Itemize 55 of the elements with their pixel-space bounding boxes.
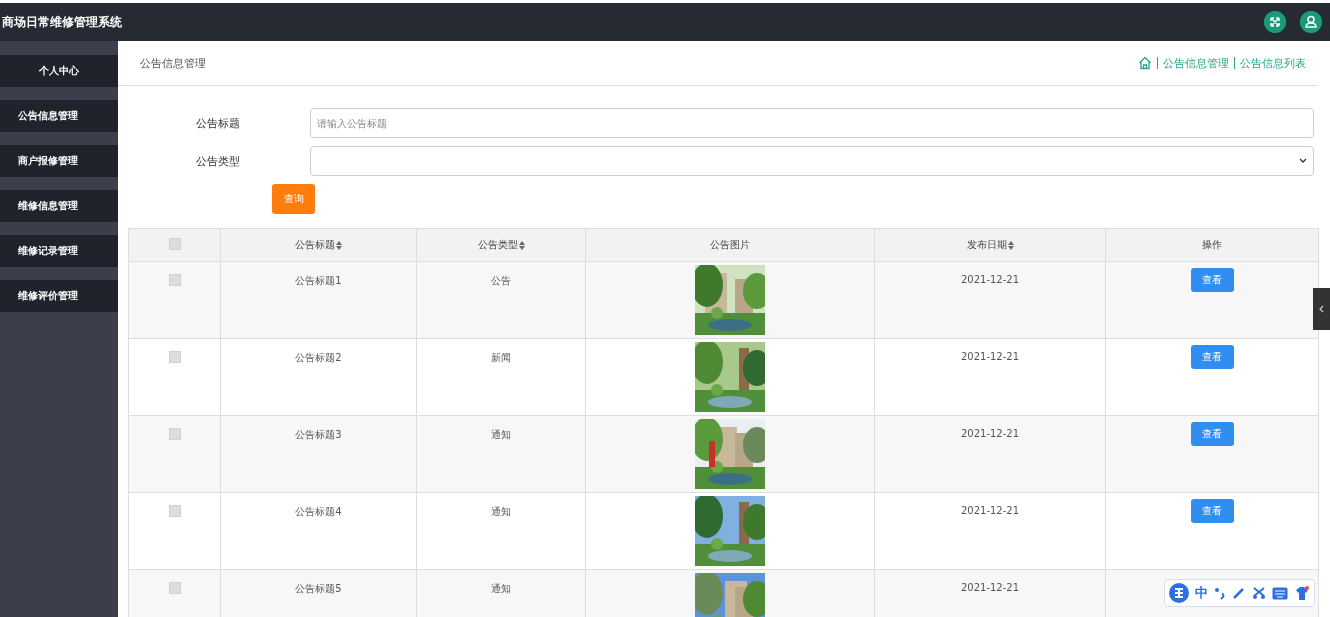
sidebar-item[interactable]: 公告信息管理 — [0, 100, 118, 132]
table-cell: 新闻 — [491, 352, 511, 363]
table-cell: 2021-12-21 — [960, 582, 1020, 593]
breadcrumb-separator — [1156, 57, 1159, 69]
table-cell: 2021-12-21 — [960, 274, 1020, 285]
column-header[interactable]: 公告类型 — [477, 238, 518, 252]
sidebar-item[interactable]: 维修记录管理 — [0, 235, 118, 267]
row-checkbox[interactable] — [168, 582, 181, 594]
row-checkbox[interactable] — [168, 351, 181, 363]
sidebar-item[interactable]: 商户报修管理 — [0, 145, 118, 177]
table-cell: 2021-12-21 — [960, 351, 1020, 362]
row-checkbox[interactable] — [168, 505, 181, 517]
fullscreen-icon[interactable] — [1264, 11, 1286, 33]
punctuation-icon[interactable] — [1214, 586, 1226, 600]
table-cell: 通知 — [491, 583, 511, 594]
table-cell: 公告标题2 — [295, 352, 342, 363]
user-icon[interactable] — [1300, 11, 1322, 33]
filter-label: 公告类型 — [195, 153, 241, 169]
home-icon[interactable] — [1138, 56, 1152, 70]
sort-icon[interactable] — [336, 240, 342, 250]
table-cell: 通知 — [491, 506, 511, 517]
ime-mode[interactable]: 中 — [1195, 584, 1208, 602]
sidebar-item[interactable]: 维修信息管理 — [0, 190, 118, 222]
page-title: 公告信息管理 — [140, 55, 206, 71]
column-header[interactable]: 发布日期 — [966, 238, 1007, 252]
column-header[interactable]: 公告标题 — [295, 238, 335, 252]
shirt-icon[interactable] — [1294, 585, 1310, 601]
chevron-down-icon — [1299, 158, 1307, 164]
title-input[interactable]: 请输入公告标题 — [310, 108, 1314, 138]
table-cell: 公告标题4 — [295, 506, 342, 517]
filter-label: 公告标题 — [195, 115, 241, 131]
table-cell: 2021-12-21 — [960, 505, 1020, 516]
table-cell: 公告标题3 — [295, 429, 342, 440]
table-cell: 公告 — [491, 275, 511, 286]
table-cell: 公告标题1 — [295, 275, 342, 286]
ime-logo-icon[interactable] — [1169, 583, 1189, 603]
select-all-checkbox[interactable] — [168, 238, 181, 250]
app-title: 商场日常维修管理系统 — [2, 13, 122, 31]
chevron-left-icon — [1319, 305, 1324, 313]
column-header: 公告图片 — [710, 238, 750, 252]
keyboard-icon[interactable] — [1272, 586, 1288, 600]
table-cell: 公告标题5 — [295, 583, 342, 594]
row-checkbox[interactable] — [168, 428, 181, 440]
sort-icon[interactable] — [1007, 240, 1014, 250]
row-checkbox[interactable] — [168, 274, 181, 286]
scissors-icon[interactable] — [1252, 586, 1266, 600]
pen-icon[interactable] — [1232, 586, 1246, 600]
column-header: 操作 — [1202, 238, 1222, 252]
sort-icon[interactable] — [518, 240, 525, 250]
table-cell: 2021-12-21 — [960, 428, 1020, 439]
sidebar-item[interactable]: 个人中心 — [0, 55, 118, 87]
side-handle[interactable] — [1313, 288, 1330, 330]
sidebar-item[interactable]: 维修评价管理 — [0, 280, 118, 312]
table-cell: 通知 — [491, 429, 511, 440]
breadcrumb-separator — [1233, 57, 1236, 69]
